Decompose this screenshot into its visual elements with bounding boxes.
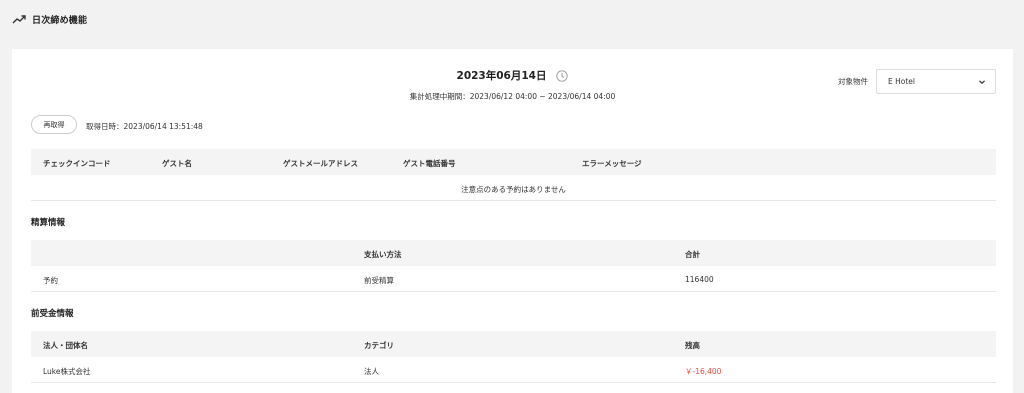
settlement-type: 予約 (43, 276, 58, 285)
settlement-payment-method: 前受精算 (364, 276, 394, 285)
settlement-total: 116400 (685, 275, 714, 284)
col-checkin-code: チェックインコード (43, 159, 111, 168)
empty-message: 注意点のある予約はありません (461, 185, 566, 194)
chevron-down-icon (979, 80, 985, 85)
daily-closing-card: 2023年06月14日 集計処理中期間：2023/06/12 04:00 ~ 2… (12, 49, 1013, 393)
col-guest-name: ゲスト名 (162, 159, 192, 168)
col-total: 合計 (685, 250, 700, 259)
settlement-title: 精算情報 (31, 218, 66, 228)
advance-table-header: 法人・団体名 カテゴリ 残高 (31, 331, 996, 357)
clock-icon[interactable] (556, 69, 569, 82)
property-selected-value: E Hotel (888, 77, 915, 86)
col-balance: 残高 (685, 341, 700, 350)
property-label: 対象物件 (838, 77, 868, 86)
col-guest-email: ゲストメールアドレス (283, 159, 358, 168)
settlement-table-header: 支払い方法 合計 (31, 240, 996, 266)
col-payment-method: 支払い方法 (364, 250, 402, 259)
col-company-name: 法人・団体名 (43, 341, 88, 350)
advance-company: Luke株式会社 (43, 367, 91, 376)
col-error-message: エラーメッセージ (582, 159, 642, 168)
property-select[interactable]: E Hotel (876, 69, 996, 94)
table-row: Luke株式会社 法人 ￥-16,400 (31, 357, 996, 383)
closing-date: 2023年06月14日 (456, 70, 547, 82)
refetch-button[interactable]: 再取得 (31, 115, 77, 134)
checkin-table-header: チェックインコード ゲスト名 ゲストメールアドレス ゲスト電話番号 エラーメッセ… (31, 149, 996, 175)
page-header: 日次締め機能 (12, 12, 87, 26)
aggregation-period: 集計処理中期間：2023/06/12 04:00 ~ 2023/06/14 04… (409, 92, 616, 101)
col-guest-phone: ゲスト電話番号 (403, 159, 456, 168)
trending-up-icon (12, 15, 26, 24)
fetched-timestamp: 取得日時：2023/06/14 13:51:48 (86, 122, 203, 131)
advance-title: 前受金情報 (31, 309, 74, 319)
page-title: 日次締め機能 (32, 15, 88, 26)
advance-category: 法人 (364, 367, 379, 376)
checkin-empty-row: 注意点のある予約はありません (31, 175, 996, 201)
advance-balance: ￥-16,400 (685, 367, 722, 376)
col-category: カテゴリ (364, 341, 394, 350)
table-row: 予約 前受精算 116400 (31, 266, 996, 292)
